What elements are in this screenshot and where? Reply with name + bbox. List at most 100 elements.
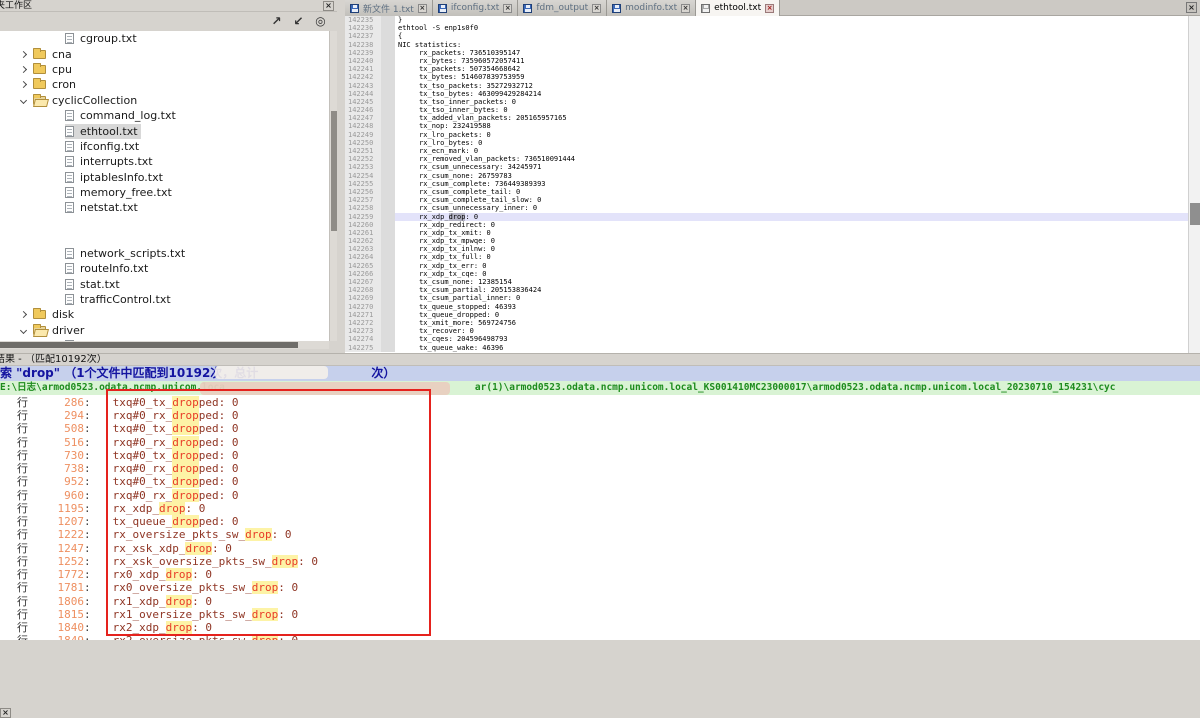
- tree-item-network_scripts.txt[interactable]: network_scripts.txt: [0, 246, 188, 261]
- search-summary-line[interactable]: 搜索 "drop" （1个文件中匹配到10192次，总计次）: [0, 366, 1200, 381]
- bookmark-margin: [381, 311, 395, 319]
- chevron-right-icon[interactable]: [20, 66, 27, 73]
- tab-close-icon[interactable]: ×: [592, 4, 601, 13]
- tree-item-disk[interactable]: disk: [0, 307, 77, 322]
- result-row[interactable]: 行1247:rx_xsk_xdp_drop: 0: [0, 542, 1200, 555]
- line-text: tx_csum_partial_inner: 0: [395, 294, 1188, 302]
- tree-horizontal-scrollbar[interactable]: [0, 341, 329, 349]
- result-row[interactable]: 行1806:rx1_xdp_drop: 0: [0, 595, 1200, 608]
- tab-close-icon[interactable]: ×: [503, 4, 512, 13]
- chevron-right-icon[interactable]: [20, 81, 27, 88]
- editor-line: 142245 tx_tso_inner_packets: 0: [345, 98, 1188, 106]
- line-text: rx_xdp_tx_mpwqe: 0: [395, 237, 1188, 245]
- result-row[interactable]: 行1195:rx_xdp_drop: 0: [0, 502, 1200, 515]
- tree-item-content: ethtool.txt: [65, 124, 141, 139]
- result-row[interactable]: 行1840:rx2_xdp_drop: 0: [0, 621, 1200, 634]
- tab-close-icon[interactable]: ×: [765, 4, 774, 13]
- tree-item-routeInfo.txt[interactable]: routeInfo.txt: [0, 261, 151, 276]
- chevron-right-icon[interactable]: [20, 51, 27, 58]
- editor-text-area[interactable]: 142235}142236ethtool -S enp1s0f0142237{1…: [345, 16, 1188, 353]
- result-row[interactable]: 行960:rxq#0_rx_dropped: 0: [0, 489, 1200, 502]
- result-row[interactable]: 行730:txq#0_tx_dropped: 0: [0, 449, 1200, 462]
- result-row[interactable]: 行508:txq#0_tx_dropped: 0: [0, 422, 1200, 435]
- tree-vertical-scrollbar[interactable]: [329, 31, 337, 341]
- result-row[interactable]: 行1252:rx_xsk_oversize_pkts_sw_drop: 0: [0, 555, 1200, 568]
- row-line-label: 行: [0, 608, 38, 621]
- chevron-down-icon[interactable]: [20, 327, 27, 334]
- collapse-all-icon[interactable]: ↙: [290, 14, 307, 29]
- tree-item-cron[interactable]: cron: [0, 77, 79, 92]
- tab-ifconfig.txt[interactable]: ifconfig.txt×: [433, 0, 518, 16]
- tab-ethtool.txt[interactable]: ethtool.txt×: [696, 0, 780, 16]
- bookmark-margin: [381, 114, 395, 122]
- line-number: 142269: [345, 294, 381, 302]
- line-number: 142251: [345, 147, 381, 155]
- result-row[interactable]: 行1849:rx2_oversize_pkts_sw_drop: 0: [0, 634, 1200, 640]
- expand-all-icon[interactable]: ↗: [268, 14, 285, 29]
- tree-item-interrupts.txt[interactable]: interrupts.txt: [0, 154, 156, 169]
- line-number: 142271: [345, 311, 381, 319]
- row-colon: :: [84, 555, 91, 568]
- bookmark-margin: [381, 344, 395, 352]
- tree-item-stat.txt[interactable]: stat.txt: [0, 276, 123, 291]
- tree-item-memory_free.txt[interactable]: memory_free.txt: [0, 185, 175, 200]
- row-line-label: 行: [0, 515, 38, 528]
- save-state-icon: [523, 4, 532, 13]
- tree-item-ifconfig.txt[interactable]: ifconfig.txt: [0, 139, 142, 154]
- tab-fdm_output[interactable]: fdm_output×: [518, 0, 607, 16]
- bookmark-margin: [381, 172, 395, 180]
- result-row[interactable]: 行1222:rx_oversize_pkts_sw_drop: 0: [0, 528, 1200, 541]
- line-text: ethtool -S enp1s0f0: [395, 24, 1188, 32]
- line-text: rx_xdp_drop: 0: [395, 213, 1188, 221]
- tree-item-driver[interactable]: driver: [0, 323, 87, 338]
- tree-item-netstat.txt[interactable]: netstat.txt: [0, 200, 141, 215]
- result-row[interactable]: 行1781:rx0_oversize_pkts_sw_drop: 0: [0, 581, 1200, 594]
- scrollbar-thumb[interactable]: [0, 342, 298, 348]
- tree-item-cgroup.txt[interactable]: cgroup.txt: [0, 31, 140, 46]
- file-icon: [65, 248, 74, 259]
- tree-item-content: network_scripts.txt: [65, 246, 188, 261]
- tab-新文件 1.txt[interactable]: 新文件 1.txt×: [345, 0, 433, 16]
- line-number: 142259: [345, 213, 381, 221]
- results-close-icon[interactable]: ×: [0, 708, 11, 718]
- file-icon: [65, 126, 74, 137]
- tree-item-cna[interactable]: cna: [0, 46, 75, 61]
- row-line-number: 1840: [38, 621, 84, 634]
- result-row[interactable]: 行738:rxq#0_rx_dropped: 0: [0, 462, 1200, 475]
- tabbar-close-icon[interactable]: ×: [1186, 2, 1197, 13]
- result-row[interactable]: 行952:txq#0_tx_dropped: 0: [0, 475, 1200, 488]
- result-file-path-line[interactable]: E:\日志\armod0523.odata.ncmp.unicom.locaar…: [0, 381, 1200, 395]
- bookmark-margin: [381, 73, 395, 81]
- chevron-down-icon[interactable]: [20, 97, 27, 104]
- bookmark-margin: [381, 270, 395, 278]
- row-line-label: 行: [0, 396, 38, 409]
- editor-vertical-scrollbar[interactable]: [1188, 16, 1200, 353]
- result-row[interactable]: 行1815:rx1_oversize_pkts_sw_drop: 0: [0, 608, 1200, 621]
- tree-item-iptablesInfo.txt[interactable]: iptablesInfo.txt: [0, 170, 166, 185]
- locate-file-icon[interactable]: ◎: [312, 14, 329, 29]
- bookmark-margin: [381, 278, 395, 286]
- file-icon: [65, 187, 74, 198]
- scrollbar-thumb[interactable]: [1190, 203, 1200, 225]
- editor-line: 142250 rx_lro_bytes: 0: [345, 139, 1188, 147]
- folder-icon: [33, 50, 46, 59]
- result-row[interactable]: 行1772:rx0_xdp_drop: 0: [0, 568, 1200, 581]
- result-row[interactable]: 行1207:tx_queue_dropped: 0: [0, 515, 1200, 528]
- chevron-right-icon[interactable]: [20, 311, 27, 318]
- result-row[interactable]: 行294:rxq#0_rx_dropped: 0: [0, 409, 1200, 422]
- tree-item-cpu[interactable]: cpu: [0, 62, 75, 77]
- result-row[interactable]: 行516:rxq#0_rx_dropped: 0: [0, 436, 1200, 449]
- tree-item-trafficControl.txt[interactable]: trafficControl.txt: [0, 292, 174, 307]
- tree-item-cyclicCollection[interactable]: cyclicCollection: [0, 93, 140, 108]
- workspace-close-icon[interactable]: ×: [323, 1, 334, 11]
- panel-splitter[interactable]: [337, 0, 345, 353]
- tree-item-command_log.txt[interactable]: command_log.txt: [0, 108, 179, 123]
- tree-item-ethtool.txt[interactable]: ethtool.txt: [0, 123, 141, 138]
- tree-item-label: command_log.txt: [80, 109, 176, 122]
- result-row[interactable]: 行286:txq#0_tx_dropped: 0: [0, 396, 1200, 409]
- row-colon: :: [84, 528, 91, 541]
- line-number: 142235: [345, 16, 381, 24]
- tab-close-icon[interactable]: ×: [418, 4, 427, 13]
- tab-close-icon[interactable]: ×: [681, 4, 690, 13]
- tab-modinfo.txt[interactable]: modinfo.txt×: [607, 0, 696, 16]
